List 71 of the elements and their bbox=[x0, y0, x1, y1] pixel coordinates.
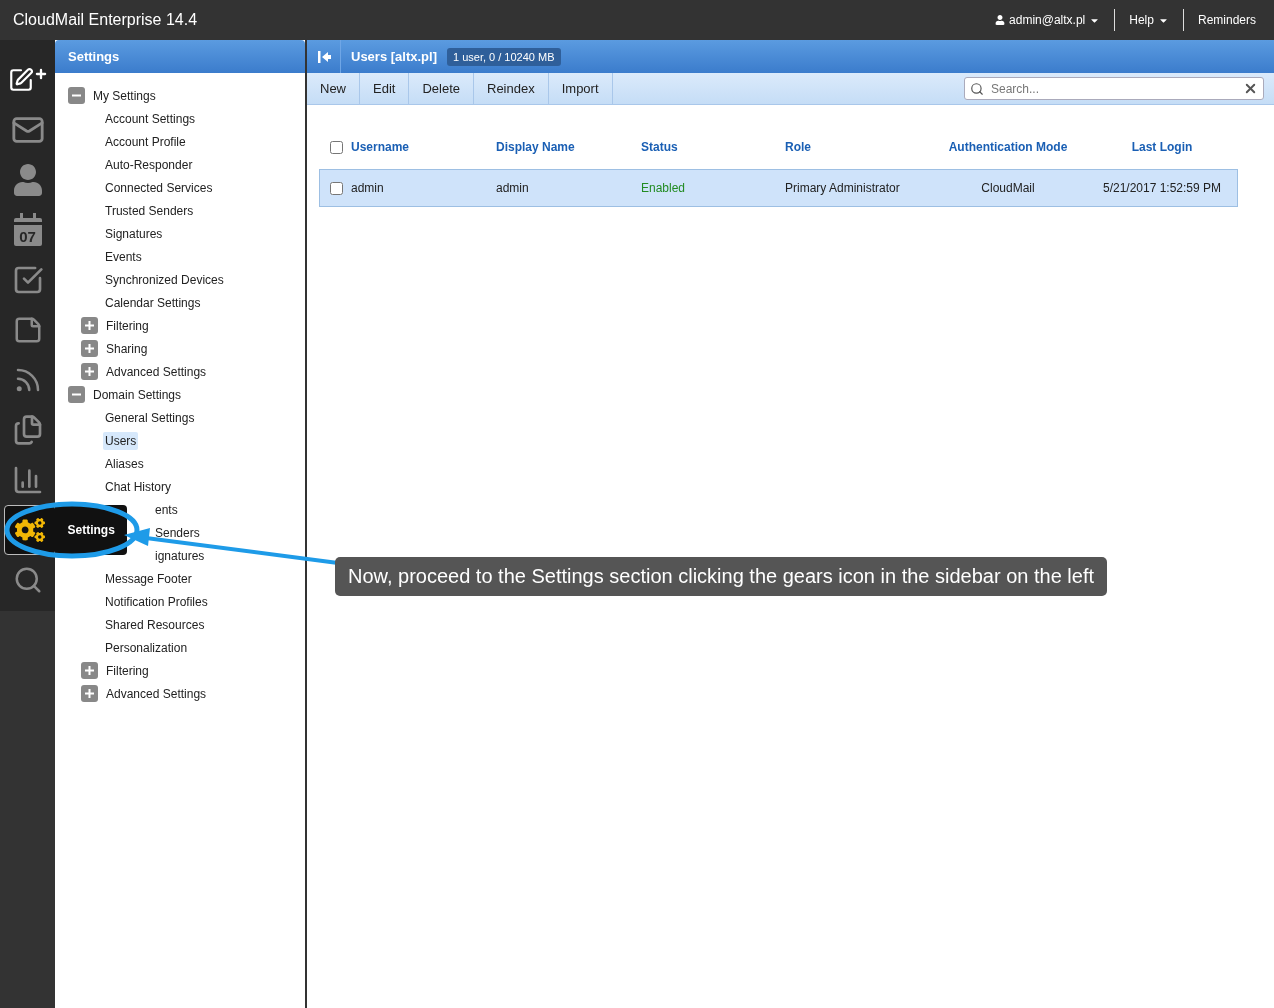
tree-item[interactable]: Calendar Settings bbox=[103, 293, 203, 312]
toolbar-button[interactable]: Delete bbox=[409, 73, 474, 104]
person-icon bbox=[11, 164, 44, 196]
column-header[interactable]: Authentication Mode bbox=[929, 140, 1087, 154]
column-header[interactable]: Username bbox=[351, 140, 496, 154]
column-header[interactable]: Role bbox=[785, 140, 929, 154]
toolbar-button[interactable]: Reindex bbox=[474, 73, 549, 104]
instruction-callout: Now, proceed to the Settings section clicking the gears icon in the sidebar on the left bbox=[335, 557, 1107, 596]
tree-item[interactable]: Aliases bbox=[103, 454, 146, 473]
tree-item[interactable]: Advanced Settings bbox=[104, 684, 209, 703]
tree-item[interactable]: Users bbox=[103, 431, 139, 450]
tree-item[interactable]: Signatures bbox=[103, 224, 165, 243]
tree-item[interactable]: Filtering bbox=[104, 316, 151, 335]
tree-item[interactable]: Senders bbox=[153, 523, 202, 542]
collapse-icon[interactable] bbox=[68, 386, 85, 403]
table-cell-text: Enabled bbox=[641, 181, 687, 195]
page-title: Users [altx.pl] bbox=[351, 49, 437, 64]
expand-icon[interactable] bbox=[81, 317, 98, 334]
tree-item[interactable]: Synchronized Devices bbox=[103, 270, 226, 289]
clear-button[interactable] bbox=[1243, 81, 1258, 96]
expand-icon[interactable] bbox=[81, 662, 98, 679]
tree-item[interactable]: Personalization bbox=[103, 638, 190, 657]
search-field[interactable]: Search... bbox=[964, 77, 1264, 100]
toolbar-button[interactable]: Edit bbox=[360, 73, 410, 104]
gears-icon bbox=[14, 515, 45, 545]
table-cell-text: Primary Administrator bbox=[785, 181, 901, 195]
tree-item[interactable]: ignatures bbox=[153, 546, 207, 565]
tree-item[interactable]: Chat History bbox=[103, 477, 174, 496]
sidebar-button[interactable]: 07 bbox=[1, 205, 54, 255]
panel-title: Settings bbox=[55, 40, 305, 73]
tree-item[interactable]: Domain Settings bbox=[91, 385, 184, 404]
tree-item[interactable]: Sharing bbox=[104, 339, 150, 358]
collapse-icon[interactable] bbox=[68, 87, 85, 104]
tree-item[interactable]: My Settings bbox=[91, 86, 158, 105]
user-icon bbox=[995, 15, 1006, 25]
column-header[interactable]: Display Name bbox=[496, 140, 641, 154]
tree-item[interactable]: Account Settings bbox=[103, 109, 198, 128]
tree-item[interactable]: Events bbox=[103, 247, 144, 266]
expand-icon[interactable] bbox=[81, 363, 98, 380]
tree-item[interactable]: Notification Profiles bbox=[103, 592, 210, 611]
tree-item[interactable]: Account Profile bbox=[103, 132, 188, 151]
column-header[interactable]: Last Login bbox=[1087, 140, 1237, 154]
usage-badge: 1 user, 0 / 10240 MB bbox=[447, 47, 561, 66]
compose-icon bbox=[7, 67, 48, 93]
select-all-checkbox[interactable] bbox=[330, 140, 343, 154]
column-header[interactable]: Status bbox=[641, 140, 785, 154]
tree-item[interactable]: Message Footer bbox=[103, 569, 194, 588]
table-cell-text: CloudMail bbox=[980, 181, 1036, 195]
app-title: CloudMail Enterprise 14.4 bbox=[13, 11, 198, 29]
tree-item[interactable]: Filtering bbox=[104, 661, 151, 680]
header-link[interactable]: Reminders bbox=[1182, 9, 1256, 31]
header-link[interactable]: Help bbox=[1114, 9, 1183, 31]
expand-icon[interactable] bbox=[81, 340, 98, 357]
row-highlight[interactable] bbox=[319, 169, 1238, 207]
table-cell-text: admin bbox=[351, 181, 385, 195]
tree-item[interactable]: Trusted Senders bbox=[103, 201, 196, 220]
search-icon bbox=[970, 81, 984, 96]
tree-item[interactable]: Connected Services bbox=[103, 178, 215, 197]
tree-item[interactable]: Advanced Settings bbox=[104, 362, 209, 381]
tree-item[interactable]: General Settings bbox=[103, 408, 197, 427]
row-checkbox[interactable] bbox=[330, 181, 343, 195]
collapse-left-icon bbox=[316, 49, 331, 64]
table-cell-text: admin bbox=[496, 181, 530, 195]
expand-icon[interactable] bbox=[81, 685, 98, 702]
toolbar-button[interactable]: Import bbox=[548, 73, 613, 104]
toolbar-button[interactable]: New bbox=[307, 73, 360, 104]
table-cell-text: 5/21/2017 1:52:59 PM bbox=[1101, 181, 1223, 195]
tree-item[interactable]: Shared Resources bbox=[103, 615, 207, 634]
user-menu[interactable]: admin@altx.pl bbox=[981, 9, 1115, 31]
tree-item[interactable]: Auto-Responder bbox=[103, 155, 195, 174]
tree-item[interactable]: ents bbox=[153, 500, 180, 519]
